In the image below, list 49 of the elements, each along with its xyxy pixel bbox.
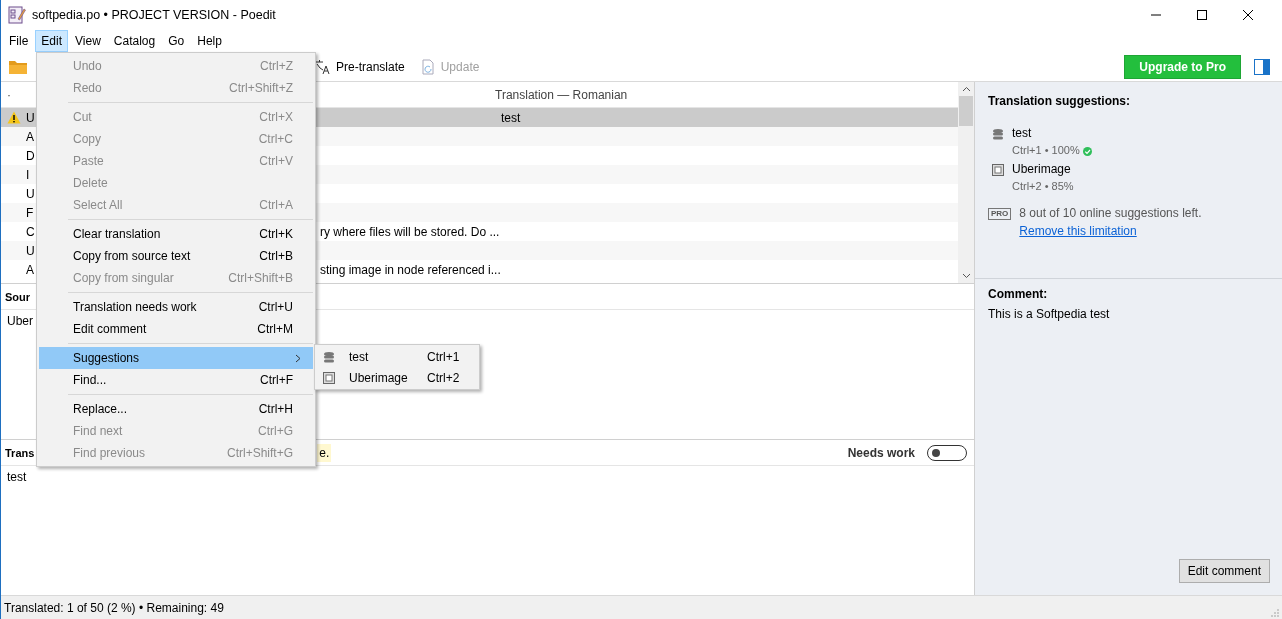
- cell-text: U: [26, 110, 35, 125]
- status-text: Translated: 1 of 50 (2 %) • Remaining: 49: [4, 600, 224, 615]
- suggestion-meta: Ctrl+2 • 85%: [1012, 180, 1074, 192]
- menu-item[interactable]: test Ctrl+1: [315, 346, 479, 367]
- menu-item[interactable]: Copy from source text Ctrl+B: [39, 245, 313, 267]
- cell-text: ry where files will be stored. Do ...: [320, 224, 500, 239]
- menu-item[interactable]: View: [69, 30, 107, 52]
- edit-comment-button[interactable]: Edit comment: [1178, 559, 1270, 583]
- cell-text: U: [26, 243, 35, 258]
- cell-text: test: [501, 110, 521, 125]
- pane-heading: Trans: [5, 446, 35, 459]
- hint-note: e.: [317, 443, 332, 462]
- menu-item[interactable]: Clear translation Ctrl+K: [39, 223, 313, 245]
- cell-text: D: [26, 148, 35, 163]
- suggestion-text[interactable]: Uberimage: [1012, 162, 1086, 176]
- remove-limitation-link[interactable]: Remove this limitation: [1019, 224, 1137, 238]
- cell-text: sting image in node referenced i...: [320, 262, 501, 277]
- pane-heading: Sour: [5, 290, 31, 303]
- toggle-label: Needs work: [847, 445, 915, 460]
- menu-item[interactable]: File: [3, 30, 35, 52]
- cell-text: C: [26, 224, 35, 239]
- translation-text[interactable]: test: [7, 470, 27, 484]
- menu-item[interactable]: Help: [191, 30, 228, 52]
- suggestion-text[interactable]: test: [1012, 126, 1092, 140]
- menu-item[interactable]: Edit comment Ctrl+M: [39, 318, 313, 340]
- cell-text: I: [26, 167, 30, 182]
- menu-item[interactable]: Go: [162, 30, 191, 52]
- suggestion-meta: Ctrl+1 • 100%: [1012, 144, 1080, 156]
- window-title: softpedia.po • PROJECT VERSION - Poedit: [32, 8, 277, 22]
- comment-heading: Comment:: [988, 287, 1049, 301]
- menu-item[interactable]: Translation needs work Ctrl+U: [39, 296, 313, 318]
- menu-item[interactable]: Edit: [35, 30, 69, 52]
- cell-text: A: [26, 262, 34, 277]
- source-text: Uber: [7, 314, 33, 328]
- column-header[interactable]: Translation — Romanian: [491, 87, 628, 102]
- pro-badge: PRO: [988, 208, 1012, 220]
- menu-item[interactable]: Find... Ctrl+F: [39, 369, 313, 391]
- menu-item[interactable]: Replace... Ctrl+H: [39, 398, 313, 420]
- menu-item[interactable]: Uberimage Ctrl+2: [315, 367, 479, 388]
- limit-note: 8 out of 10 online suggestions left.: [1019, 206, 1202, 220]
- cell-text: U: [26, 186, 35, 201]
- comment-text: This is a Softpedia test: [988, 307, 1111, 321]
- sidebar-heading: Translation suggestions:: [988, 94, 1132, 108]
- menu-item[interactable]: Suggestions: [39, 347, 313, 369]
- cell-text: A: [26, 129, 34, 144]
- menu-item[interactable]: Catalog: [107, 30, 162, 52]
- toolbar-button[interactable]: Pre-translate: [336, 59, 405, 74]
- cell-text: F: [26, 205, 34, 220]
- list-row[interactable]: test: [320, 108, 958, 127]
